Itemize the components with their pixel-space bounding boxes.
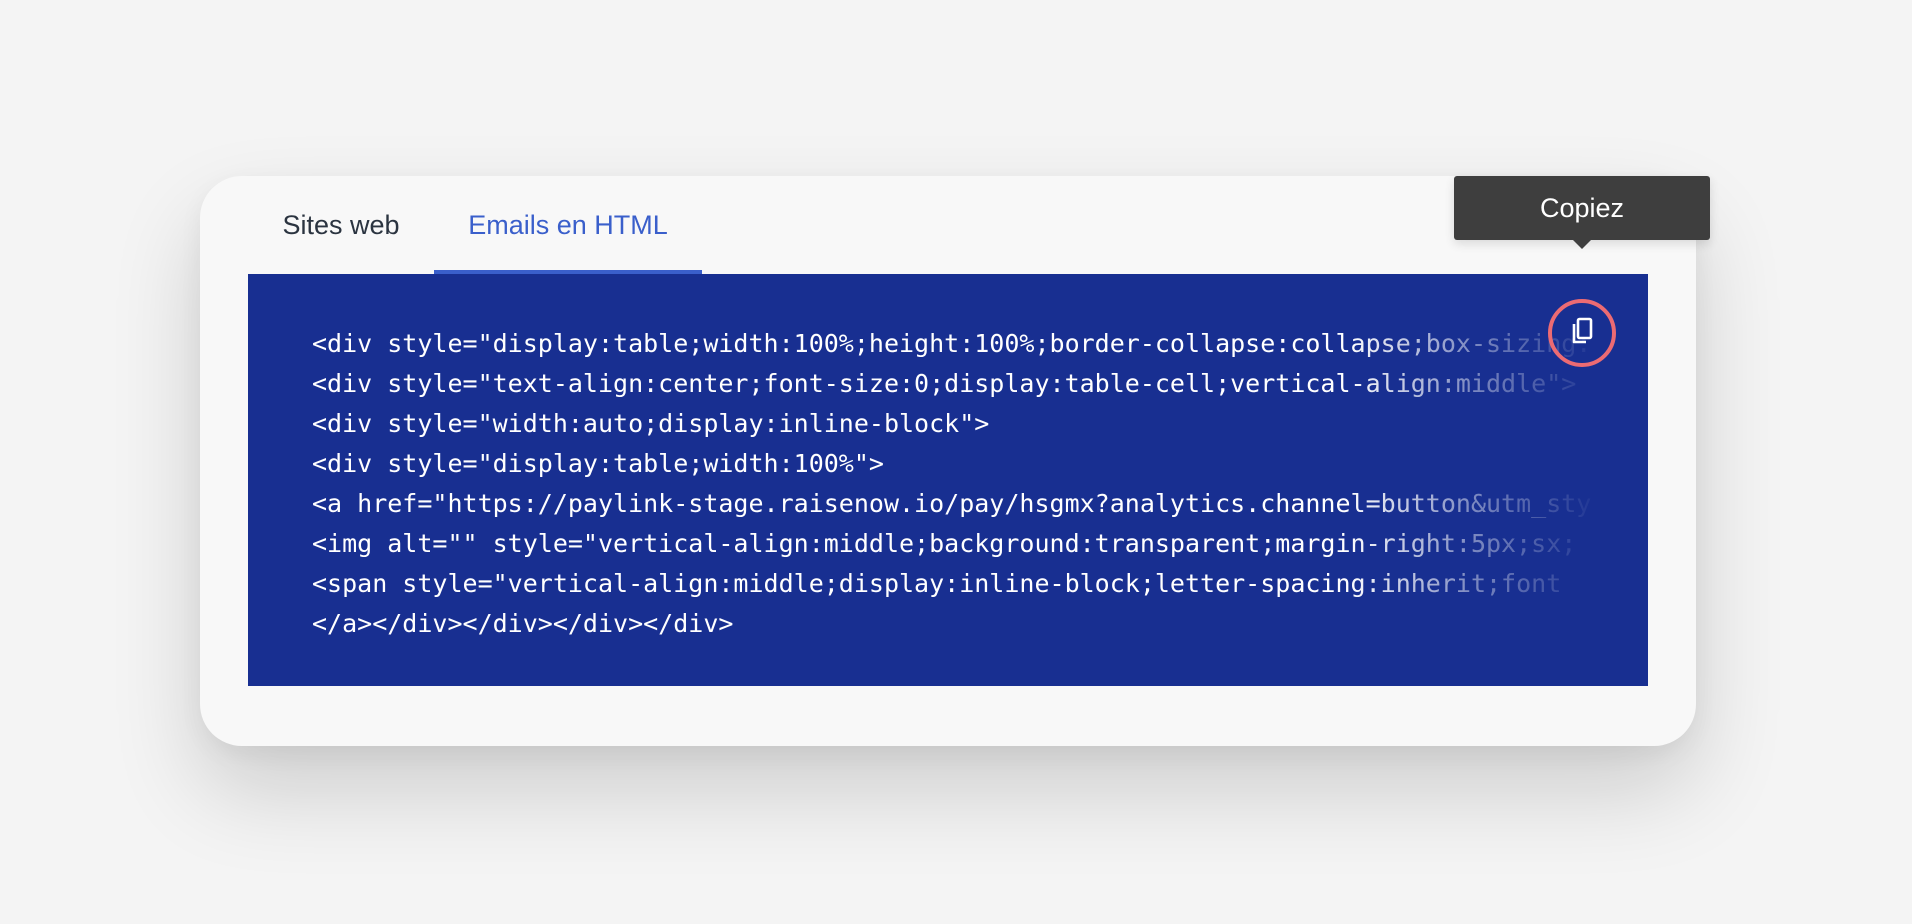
page: Sites web Emails en HTML <div style="dis… <box>0 0 1912 924</box>
tab-bar: Sites web Emails en HTML <box>248 176 702 274</box>
code-line: <div style="display:table;width:100%;hei… <box>312 329 1592 358</box>
code-snippet-panel[interactable]: <div style="display:table;width:100%;hei… <box>248 274 1648 686</box>
code-line: </a></div></div></div></div> <box>312 609 734 638</box>
tab-emails-html-label: Emails en HTML <box>468 209 668 240</box>
code-line: <img alt="" style="vertical-align:middle… <box>312 529 1577 558</box>
tab-sites-web-label: Sites web <box>282 209 400 240</box>
code-line: <div style="text-align:center;font-size:… <box>312 369 1577 398</box>
tab-sites-web[interactable]: Sites web <box>248 176 434 274</box>
code-line: <span style="vertical-align:middle;displ… <box>312 569 1562 598</box>
tab-emails-html[interactable]: Emails en HTML <box>434 176 702 274</box>
copy-button[interactable] <box>1548 299 1616 367</box>
code-snippet: <div style="display:table;width:100%;hei… <box>312 324 1591 644</box>
code-line: <div style="width:auto;display:inline-bl… <box>312 409 990 438</box>
copy-icon <box>1569 316 1595 351</box>
copy-tooltip: Copiez <box>1454 176 1710 240</box>
embed-code-card: Sites web Emails en HTML <div style="dis… <box>200 176 1696 746</box>
code-line: <div style="display:table;width:100%"> <box>312 449 884 478</box>
copy-tooltip-label: Copiez <box>1539 192 1625 223</box>
code-line: <a href="https://paylink-stage.raisenow.… <box>312 489 1592 518</box>
tooltip-arrow <box>1573 240 1591 249</box>
